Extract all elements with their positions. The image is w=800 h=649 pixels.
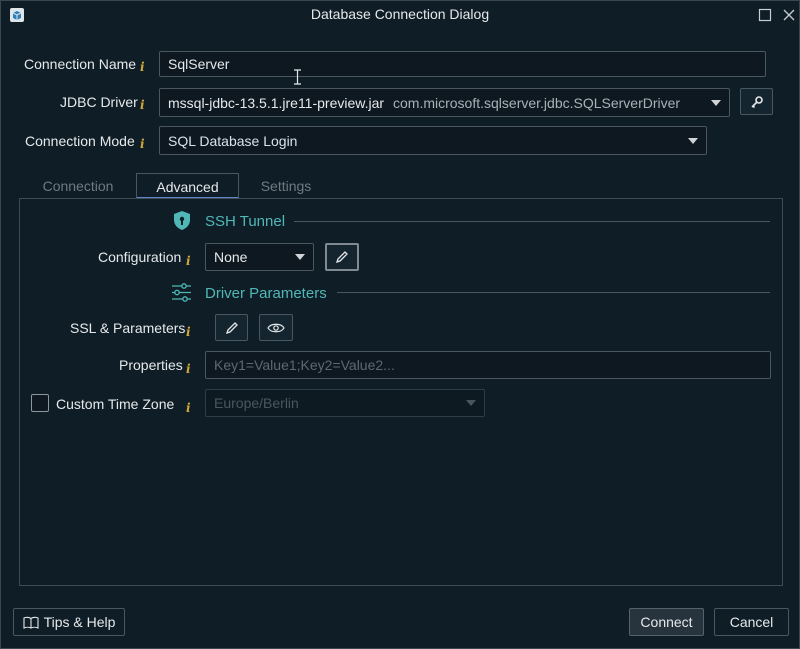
ssh-tunnel-title: SSH Tunnel (205, 213, 286, 230)
window-title: Database Connection Dialog (310, 6, 490, 22)
jdbc-driver-label: JDBC Driver (60, 94, 138, 110)
connection-name-input[interactable]: SqlServer (159, 51, 766, 77)
connect-button[interactable]: Connect (629, 608, 704, 636)
text-cursor-icon (294, 69, 301, 85)
connection-mode-value: SQL Database Login (168, 132, 298, 149)
tips-help-label: Tips & Help (43, 614, 116, 630)
custom-time-zone-label: Custom Time Zone (56, 396, 175, 412)
pencil-icon (225, 321, 238, 334)
custom-time-zone-info-icon[interactable]: i (186, 401, 191, 415)
properties-info-icon[interactable]: i (186, 362, 191, 376)
divider (337, 292, 770, 293)
custom-time-zone-checkbox[interactable] (31, 394, 49, 412)
jdbc-driver-jar: mssql-jdbc-13.5.1.jre11-preview.jar (168, 94, 385, 111)
tab-settings[interactable]: Settings (246, 173, 326, 199)
configuration-label: Configuration (98, 249, 182, 265)
pencil-icon (335, 251, 348, 264)
sliders-icon (172, 283, 191, 302)
jdbc-driver-select[interactable]: mssql-jdbc-13.5.1.jre11-preview.jar com.… (159, 88, 730, 117)
connection-name-label: Connection Name (24, 56, 137, 72)
key-icon (750, 95, 763, 108)
ssh-configuration-value: None (214, 249, 248, 265)
edit-ssl-parameters-button[interactable] (215, 314, 248, 341)
tab-advanced[interactable]: Advanced (136, 173, 239, 199)
shield-icon (174, 211, 190, 230)
book-icon (23, 616, 39, 629)
time-zone-value: Europe/Berlin (214, 395, 299, 411)
chevron-down-icon (295, 254, 305, 260)
database-connection-dialog: Database Connection Dialog Connection Na… (0, 0, 800, 649)
properties-placeholder: Key1=Value1;Key2=Value2... (214, 357, 395, 373)
edit-ssh-configuration-button[interactable] (325, 243, 359, 271)
driver-parameters-title: Driver Parameters (205, 285, 327, 302)
connection-name-info-icon[interactable]: i (140, 60, 145, 74)
eye-icon (267, 323, 285, 332)
connection-mode-label: Connection Mode (25, 133, 135, 149)
connection-mode-select[interactable]: SQL Database Login (159, 126, 707, 155)
chevron-down-icon (688, 137, 698, 144)
configuration-info-icon[interactable]: i (186, 254, 191, 268)
ssl-parameters-info-icon[interactable]: i (186, 325, 191, 339)
driver-manager-button[interactable] (740, 88, 773, 115)
properties-label: Properties (119, 357, 183, 373)
connection-name-value: SqlServer (168, 56, 230, 72)
tips-help-button[interactable]: Tips & Help (13, 608, 125, 636)
jdbc-driver-info-icon[interactable]: i (140, 98, 145, 112)
time-zone-select[interactable]: Europe/Berlin (205, 389, 485, 417)
tab-connection[interactable]: Connection (31, 173, 125, 199)
cancel-button[interactable]: Cancel (714, 608, 789, 636)
close-icon[interactable] (781, 7, 797, 23)
ssh-configuration-select[interactable]: None (205, 243, 314, 271)
connection-mode-info-icon[interactable]: i (140, 137, 145, 151)
divider (294, 221, 770, 222)
chevron-down-icon (466, 400, 476, 406)
properties-input[interactable]: Key1=Value1;Key2=Value2... (205, 351, 771, 379)
chevron-down-icon (711, 99, 721, 106)
ssl-parameters-label: SSL & Parameters (70, 320, 186, 336)
jdbc-driver-class: com.microsoft.sqlserver.jdbc.SQLServerDr… (393, 94, 681, 111)
maximize-icon[interactable] (757, 7, 773, 23)
title-bar: Database Connection Dialog (1, 1, 799, 29)
view-ssl-parameters-button[interactable] (259, 314, 293, 341)
